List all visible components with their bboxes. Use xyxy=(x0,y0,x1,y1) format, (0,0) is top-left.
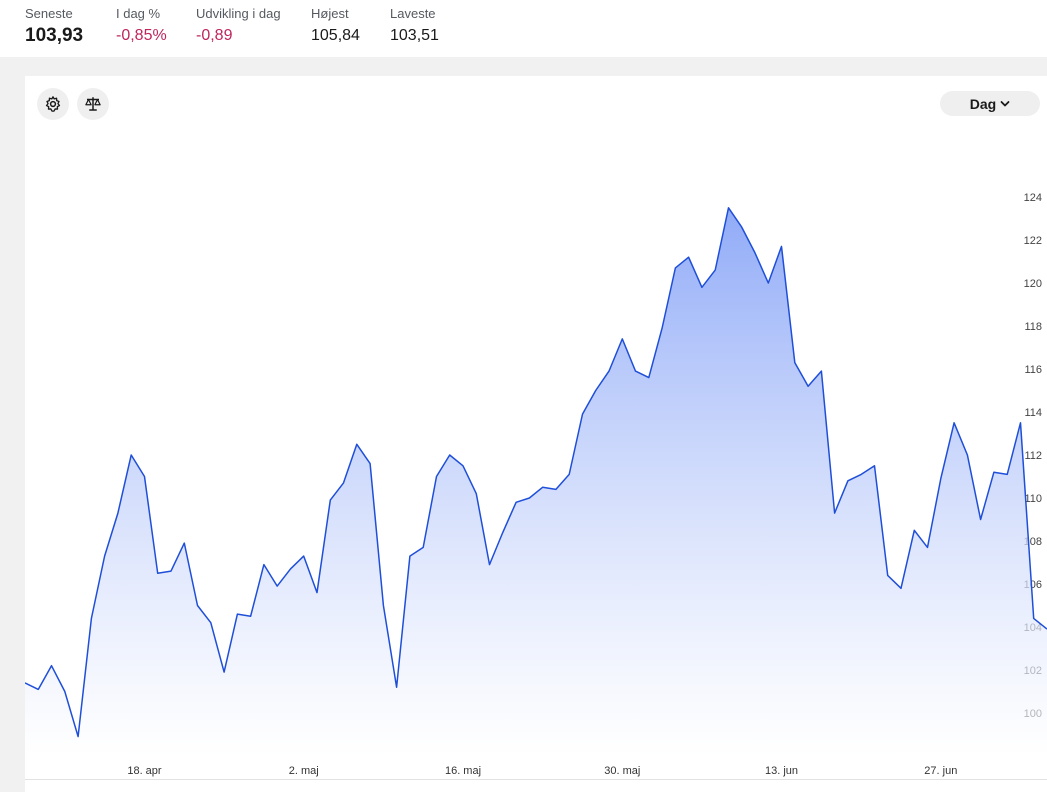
chart-panel: 100102104106108110112114116118120122124 … xyxy=(25,76,1047,792)
y-tick-label: 124 xyxy=(1024,192,1042,204)
x-tick-label: 27. jun xyxy=(924,765,957,777)
stat-day-change-label: Udvikling i dag xyxy=(196,6,281,21)
stat-latest-value: 103,93 xyxy=(25,25,84,46)
price-chart[interactable]: 100102104106108110112114116118120122124 … xyxy=(25,76,1047,792)
chevron-down-icon xyxy=(1000,100,1010,106)
chart-bottom-divider xyxy=(25,779,1047,780)
price-area xyxy=(25,207,1047,757)
y-tick-label: 120 xyxy=(1024,278,1042,290)
y-tick-label: 112 xyxy=(1024,450,1042,462)
x-tick-label: 2. maj xyxy=(289,765,319,777)
stat-low: Laveste 103,51 xyxy=(390,6,439,45)
x-tick-label: 16. maj xyxy=(445,765,481,777)
stat-latest: Seneste 103,93 xyxy=(25,6,83,47)
x-tick-label: 13. jun xyxy=(765,765,798,777)
stat-day-change-value: -0,89 xyxy=(196,27,233,44)
period-select-label: Dag xyxy=(969,95,997,112)
stat-high-value: 105,84 xyxy=(311,27,360,44)
stat-day-percent: I dag % -0,85% xyxy=(116,6,167,45)
x-axis: 18. apr 2. maj 16. maj 30. maj 13. jun 27. ju… xyxy=(127,765,957,777)
stat-latest-label: Seneste xyxy=(25,6,73,21)
stat-low-label: Laveste xyxy=(390,6,436,21)
y-tick-label: 116 xyxy=(1024,364,1042,376)
stat-low-value: 103,51 xyxy=(390,27,439,44)
settings-button[interactable] xyxy=(37,88,69,120)
y-tick-label: 114 xyxy=(1024,407,1042,419)
compare-button[interactable] xyxy=(77,88,109,120)
stat-high: Højest 105,84 xyxy=(311,6,360,45)
quote-summary-bar: Seneste 103,93 I dag % -0,85% Udvikling … xyxy=(0,0,1047,57)
x-tick-label: 30. maj xyxy=(604,765,640,777)
period-select-button[interactable]: Dag xyxy=(940,91,1040,116)
gear-icon xyxy=(45,96,61,112)
y-tick-label: 110 xyxy=(1024,493,1042,505)
stat-day-change: Udvikling i dag -0,89 xyxy=(196,6,281,45)
stat-high-label: Højest xyxy=(311,6,349,21)
y-tick-label: 122 xyxy=(1024,235,1042,247)
x-tick-label: 18. apr xyxy=(127,765,162,777)
stat-day-percent-label: I dag % xyxy=(116,6,161,21)
scale-icon xyxy=(85,97,101,111)
stat-day-percent-value: -0,85% xyxy=(116,27,167,44)
y-tick-label: 118 xyxy=(1024,321,1042,333)
